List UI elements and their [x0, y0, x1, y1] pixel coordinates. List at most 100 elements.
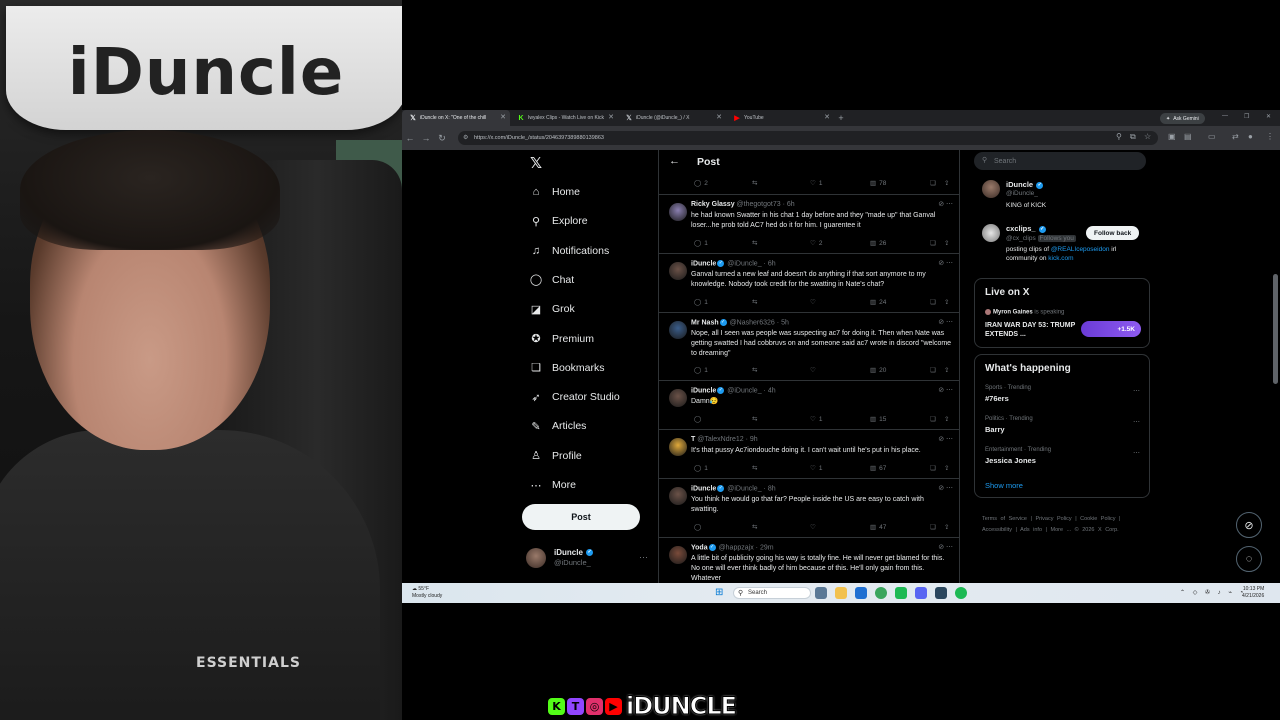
- share-button[interactable]: ⇪: [941, 464, 949, 472]
- grok-icon[interactable]: ⊘: [938, 387, 946, 394]
- like-button[interactable]: ♡: [807, 366, 819, 374]
- timestamp[interactable]: 6h: [787, 201, 795, 208]
- timestamp[interactable]: 8h: [768, 485, 776, 492]
- tweet[interactable]: iDuncle ✓ @iDuncle_ · 4h ⊘ ⋯ Damn😥 ◯ ⇆ ♡ 1 ▥ 15 ❏ ⇪: [659, 380, 959, 429]
- like-button[interactable]: ♡ 1: [807, 179, 822, 188]
- menu-icon[interactable]: ⋮: [1266, 132, 1274, 141]
- tweet[interactable]: Yoda ✓ @happzajx · 29m ⊘ ⋯ A little bit of …: [659, 537, 959, 583]
- repost-button[interactable]: ⇆: [749, 179, 757, 187]
- app-icon[interactable]: [895, 587, 907, 599]
- trend-name[interactable]: Barry: [985, 425, 1005, 434]
- close-icon[interactable]: ✕: [608, 113, 614, 121]
- more-icon[interactable]: ⋯: [946, 544, 953, 551]
- avatar[interactable]: [669, 321, 687, 339]
- avatar[interactable]: [669, 389, 687, 407]
- tweet[interactable]: T @TalexNdre12 · 9h ⊘ ⋯ It's that pussy Ac…: [659, 429, 959, 478]
- repost-button[interactable]: ⇆: [749, 464, 757, 472]
- tab-youtube[interactable]: ▶ YouTube ✕: [726, 110, 834, 126]
- grok-icon[interactable]: ⊘: [938, 485, 946, 492]
- url-input[interactable]: ⚙ https://x.com/iDuncle_/status/20463973…: [458, 131, 1158, 145]
- avatar[interactable]: [982, 180, 1000, 198]
- trend-name[interactable]: Jessica Jones: [985, 456, 1036, 465]
- reload-icon[interactable]: ↻: [434, 133, 450, 144]
- views-button[interactable]: ▥ 24: [867, 298, 886, 307]
- more-icon[interactable]: ⋯: [639, 552, 648, 563]
- share-button[interactable]: ⇪: [941, 298, 949, 306]
- avatar[interactable]: [669, 487, 687, 505]
- more-icon[interactable]: ⋯: [946, 436, 953, 443]
- like-button[interactable]: ♡ 2: [807, 239, 822, 248]
- discord-icon[interactable]: [915, 587, 927, 599]
- nav-item-more[interactable]: ⋯ More: [528, 475, 576, 495]
- like-button[interactable]: ♡ 1: [807, 464, 822, 473]
- nav-item-articles[interactable]: ✎ Articles: [528, 416, 586, 436]
- repost-button[interactable]: ⇆: [749, 523, 757, 531]
- more-icon[interactable]: ⋯: [946, 319, 953, 326]
- reply-button[interactable]: ◯ 1: [691, 366, 708, 375]
- scrollbar[interactable]: [1273, 154, 1278, 579]
- taskbar-search[interactable]: ⚲ Search: [733, 587, 811, 599]
- site-info-icon[interactable]: ⚙: [463, 134, 468, 141]
- search-input[interactable]: ⚲ Search: [974, 152, 1146, 170]
- nav-item-notifications[interactable]: ♫ Notifications: [528, 241, 609, 261]
- scrollbar-thumb[interactable]: [1273, 274, 1278, 384]
- views-button[interactable]: ▥ 67: [867, 464, 886, 473]
- account-switcher[interactable]: iDuncle ✓ @iDuncle_ ⋯: [526, 546, 652, 570]
- clock[interactable]: 10:13 PM 4/21/2026: [1242, 586, 1264, 600]
- avatar[interactable]: [669, 262, 687, 280]
- grok-icon[interactable]: ⊘: [938, 201, 946, 208]
- avatar[interactable]: [669, 546, 687, 564]
- tweet[interactable]: Mr Nash ✓ @Nasher6326 · 5h ⊘ ⋯ Nope, all I …: [659, 312, 959, 380]
- repost-button[interactable]: ⇆: [749, 366, 757, 374]
- post-button[interactable]: Post: [522, 504, 640, 530]
- more-icon[interactable]: ⋯: [1133, 387, 1140, 395]
- bookmark-button[interactable]: ❏: [927, 179, 936, 187]
- grok-icon[interactable]: ⊘: [938, 544, 946, 551]
- author-name[interactable]: iDuncle: [691, 485, 716, 492]
- reply-button[interactable]: ◯: [691, 523, 704, 531]
- live-topic[interactable]: IRAN WAR DAY 53: TRUMP EXTENDS ...: [985, 321, 1085, 339]
- timestamp[interactable]: 5h: [781, 319, 789, 326]
- ask-gemini-button[interactable]: ✦ Ask Gemini: [1160, 113, 1205, 124]
- trend-name[interactable]: #76ers: [985, 394, 1009, 403]
- author-name[interactable]: Ricky Glassy: [691, 201, 735, 208]
- account-name[interactable]: iDuncle ✓: [1006, 180, 1044, 189]
- taskbar-app-icon[interactable]: [815, 587, 827, 599]
- extension-icon[interactable]: ▣: [1168, 132, 1176, 141]
- minimize-icon[interactable]: —: [1222, 113, 1228, 119]
- mention-link[interactable]: @REALIceposeidon: [1051, 246, 1110, 253]
- grok-icon[interactable]: ⊘: [1236, 512, 1262, 538]
- system-tray[interactable]: ⌃ ◇ ✇ ♪ ⌁ ◔: [1180, 589, 1246, 596]
- bookmark-button[interactable]: ❏: [927, 298, 936, 306]
- tab-kick-clips[interactable]: K Iwyalex Clips - Watch Live on Kick ✕: [510, 110, 618, 126]
- x-logo-icon[interactable]: 𝕏: [530, 154, 542, 172]
- new-tab-button[interactable]: +: [834, 113, 848, 123]
- nav-item-profile[interactable]: ♙ Profile: [528, 446, 582, 466]
- live-listeners-badge[interactable]: +1.5K: [1081, 321, 1141, 337]
- timestamp[interactable]: 4h: [768, 387, 776, 394]
- share-button[interactable]: ⇪: [941, 239, 949, 247]
- like-button[interactable]: ♡: [807, 298, 819, 306]
- tweet[interactable]: ◯ 2 ⇆ ♡ 1 ▥ 78 ❏ ⇪: [659, 170, 959, 194]
- timestamp[interactable]: 9h: [750, 436, 758, 443]
- close-icon[interactable]: ✕: [716, 113, 722, 121]
- nav-item-chat[interactable]: ◯ Chat: [528, 270, 574, 290]
- views-button[interactable]: ▥ 20: [867, 366, 886, 375]
- avatar[interactable]: [669, 203, 687, 221]
- steam-icon[interactable]: [935, 587, 947, 599]
- bookmark-button[interactable]: ❏: [927, 523, 936, 531]
- author-name[interactable]: iDuncle: [691, 387, 716, 394]
- chrome-icon[interactable]: [875, 587, 887, 599]
- account-name[interactable]: cxclips_ ✓: [1006, 224, 1047, 233]
- like-button[interactable]: ♡: [807, 523, 819, 531]
- more-icon[interactable]: ⋯: [946, 485, 953, 492]
- views-button[interactable]: ▥ 47: [867, 523, 886, 532]
- footer-links[interactable]: Terms of Service | Privacy Policy | Cook…: [982, 514, 1152, 536]
- cast-icon[interactable]: ⇄: [1232, 132, 1239, 141]
- back-icon[interactable]: ←: [402, 133, 418, 143]
- zoom-icon[interactable]: ⚲: [1116, 132, 1122, 141]
- avatar[interactable]: [982, 224, 1000, 242]
- repost-button[interactable]: ⇆: [749, 415, 757, 423]
- bookmark-button[interactable]: ❏: [927, 239, 936, 247]
- nav-item-home[interactable]: ⌂ Home: [528, 182, 580, 202]
